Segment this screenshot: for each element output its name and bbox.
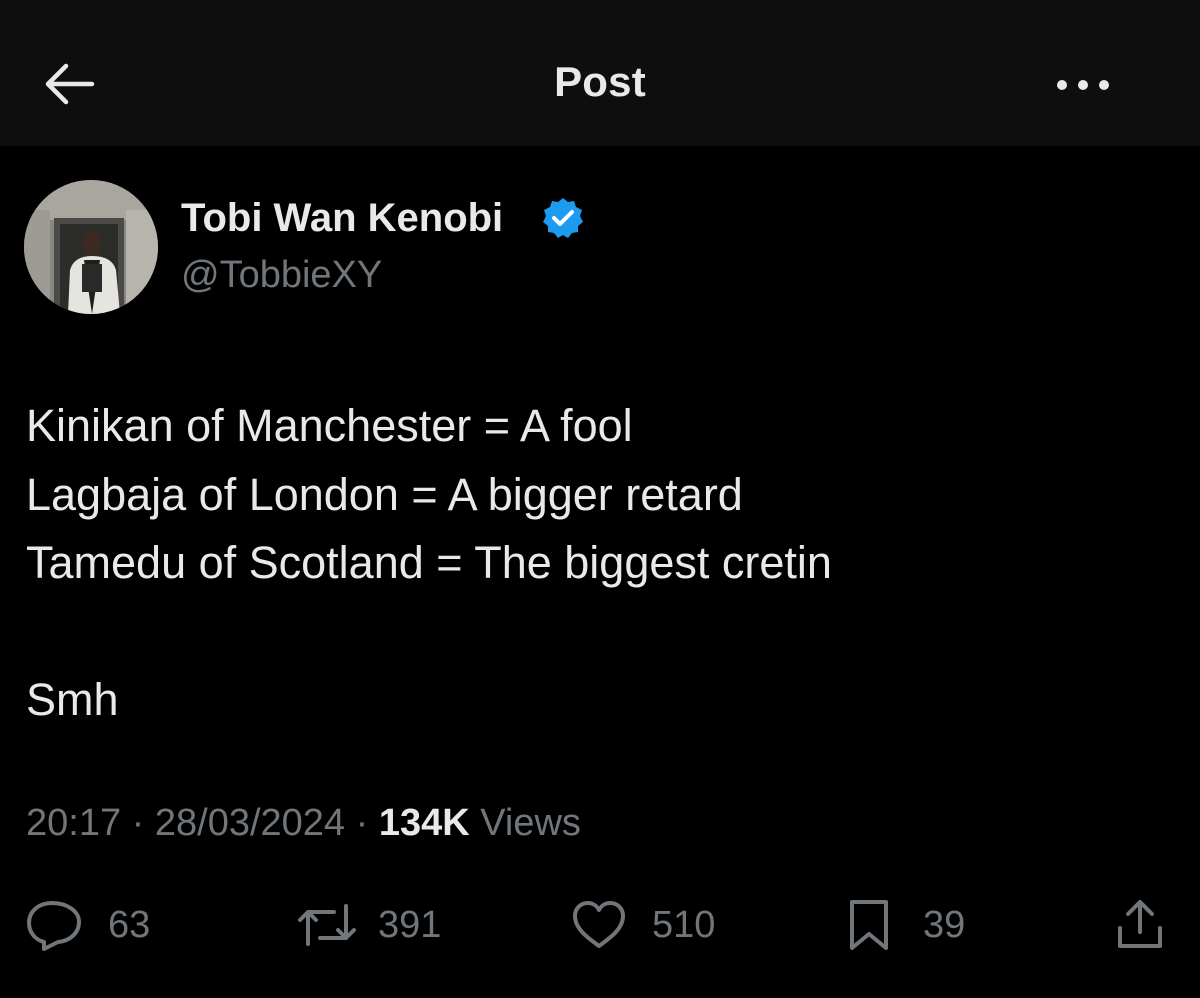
meta-separator: · xyxy=(131,802,145,844)
bookmark-button[interactable]: 39 xyxy=(846,898,986,952)
avatar[interactable] xyxy=(24,180,158,314)
meta-separator: · xyxy=(355,802,369,844)
reply-count: 63 xyxy=(108,904,151,946)
bookmark-icon xyxy=(850,900,888,950)
author-name[interactable]: Tobi Wan Kenobi xyxy=(181,196,503,241)
share-icon xyxy=(1118,900,1162,948)
bookmark-count: 39 xyxy=(923,904,966,946)
reply-icon xyxy=(27,901,81,951)
post-text: Kinikan of Manchester = A fool Lagbaja o… xyxy=(26,392,1176,735)
reply-button[interactable]: 63 xyxy=(24,898,164,952)
verified-badge-icon xyxy=(541,196,585,240)
post-date: 28/03/2024 xyxy=(154,802,346,844)
share-button[interactable] xyxy=(1112,898,1168,952)
like-button[interactable]: 510 xyxy=(570,898,730,952)
post-metadata: 20:17 · 28/03/2024 · 134K Views xyxy=(26,802,581,845)
like-count: 510 xyxy=(652,904,716,946)
repost-icon xyxy=(298,904,356,946)
post-text-line: Smh xyxy=(26,674,119,725)
repost-count: 391 xyxy=(378,904,442,946)
post-text-line xyxy=(26,598,1176,667)
profile-photo xyxy=(24,180,158,314)
page-title: Post xyxy=(554,58,646,105)
views-label[interactable]: Views xyxy=(480,802,581,844)
more-horizontal-icon xyxy=(1057,80,1109,90)
top-bar: Post xyxy=(0,0,1200,146)
post-time: 20:17 xyxy=(26,802,122,844)
post-text-line: Lagbaja of London = A bigger retard xyxy=(26,468,743,520)
repost-button[interactable]: 391 xyxy=(296,898,456,952)
views-count[interactable]: 134K xyxy=(379,802,470,844)
heart-icon xyxy=(573,901,625,948)
post-text-line: Kinikan of Manchester = A fool xyxy=(26,400,633,451)
post-text-line: Tamedu of Scotland = The biggest cretin xyxy=(26,537,832,588)
more-options-button[interactable] xyxy=(1054,70,1114,100)
author-handle[interactable]: @TobbieXY xyxy=(181,254,382,297)
